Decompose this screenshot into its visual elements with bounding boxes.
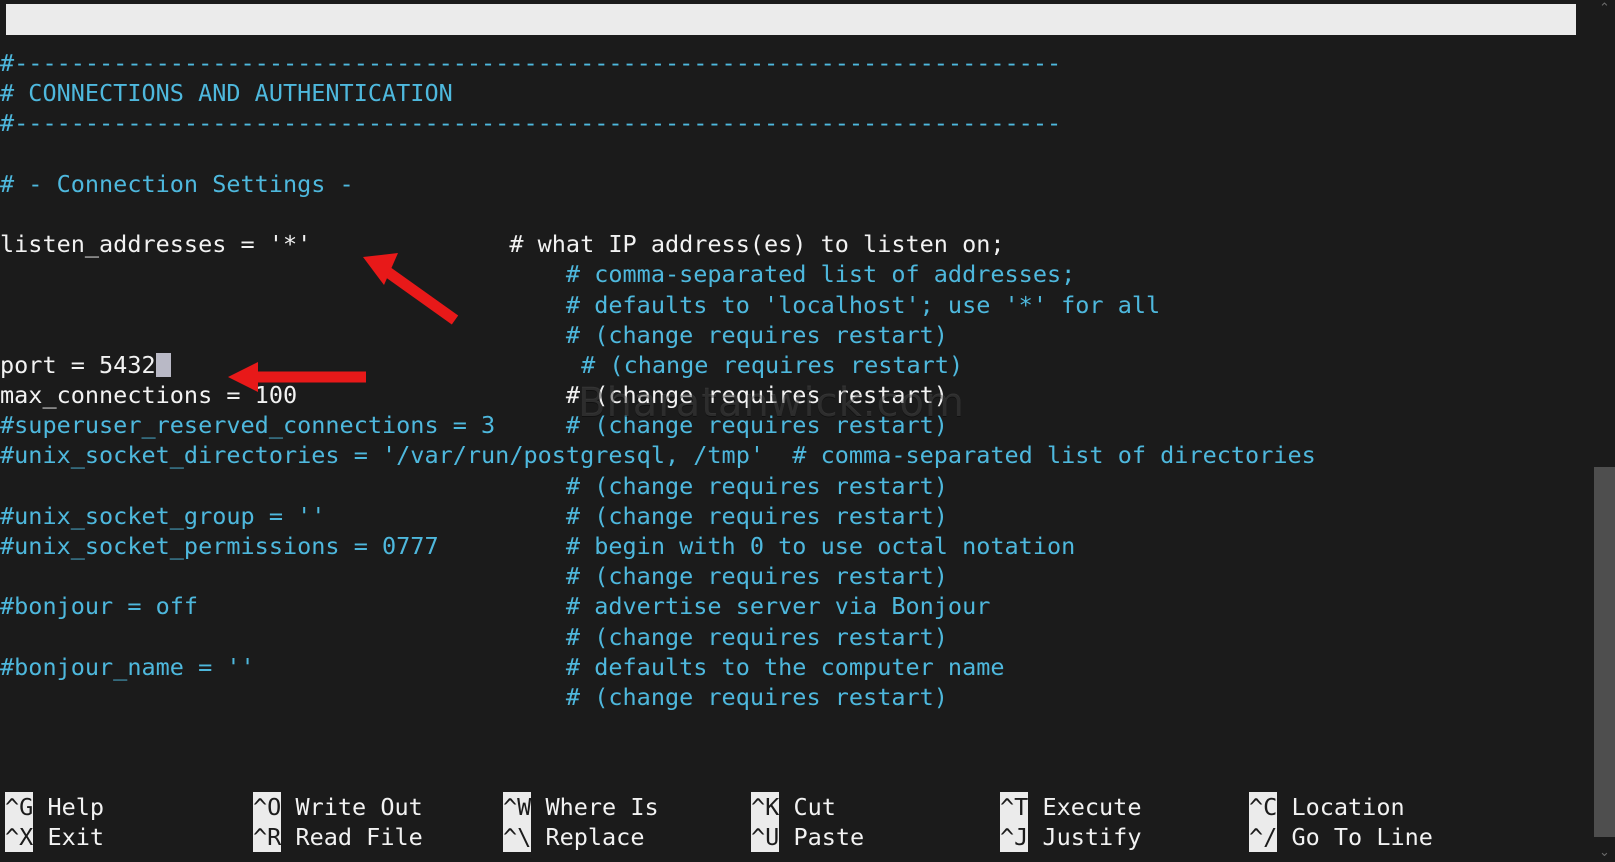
shortcut-item[interactable]: ^K Cut <box>751 792 864 822</box>
editor-line: listen_addresses = '*' # what IP address… <box>0 229 1580 259</box>
editor-line: # (change requires restart) <box>0 622 1580 652</box>
editor-line: # (change requires restart) <box>0 471 1580 501</box>
editor-line-text: #---------------------------------------… <box>0 49 1062 77</box>
editor-line-text <box>0 200 14 228</box>
editor-line-trailing-comment: # (change requires restart) <box>170 350 964 379</box>
shortcut-column: ^C Location ^/ Go To Line <box>1249 792 1433 852</box>
shortcut-key: ^J <box>1000 822 1029 852</box>
terminal-window: GNU nano 5.8 /var/lib/pgsql/data/postgre… <box>0 0 1615 862</box>
editor-line-text: # - Connection Settings - <box>0 169 354 198</box>
editor-line-text: #superuser_reserved_connections = 3 # (c… <box>0 411 948 440</box>
editor-line: # comma-separated list of addresses; <box>0 259 1580 289</box>
editor-line: # CONNECTIONS AND AUTHENTICATION <box>0 78 1580 108</box>
editor-line: #bonjour_name = '' # defaults to the com… <box>0 652 1580 682</box>
scrollbar-thumb[interactable] <box>1594 467 1615 837</box>
shortcut-key: ^O <box>253 792 282 822</box>
shortcut-key: ^X <box>5 822 34 852</box>
shortcut-column: ^O Write Out ^R Read File <box>253 792 423 852</box>
editor-line-text: # comma-separated list of addresses; <box>0 260 1076 289</box>
shortcut-key: ^\ <box>503 822 532 852</box>
vertical-scrollbar[interactable]: ⌃ ⌄ <box>1594 0 1615 862</box>
editor-line-text: listen_addresses = '*' # what IP address… <box>0 230 1005 259</box>
shortcut-key: ^/ <box>1249 822 1278 852</box>
editor-line-text: # (change requires restart) <box>0 682 948 711</box>
editor-line-text: # CONNECTIONS AND AUTHENTICATION <box>0 79 453 108</box>
editor-line: max_connections = 100 # (change requires… <box>0 380 1580 410</box>
shortcut-label: Replace <box>531 823 645 851</box>
editor-line-text: #bonjour_name = '' # defaults to the com… <box>0 652 1005 681</box>
shortcut-column: ^W Where Is ^\ Replace <box>503 792 659 852</box>
shortcut-label: Help <box>33 793 105 821</box>
shortcut-label: Execute <box>1028 793 1142 821</box>
editor-line <box>0 139 1580 169</box>
shortcut-key: ^G <box>5 792 34 822</box>
editor-line: # (change requires restart) <box>0 682 1580 712</box>
editor-line: #unix_socket_group = '' # (change requir… <box>0 501 1580 531</box>
shortcut-key: ^T <box>1000 792 1029 822</box>
shortcut-key: ^R <box>253 822 282 852</box>
editor-line: # defaults to 'localhost'; use '*' for a… <box>0 290 1580 320</box>
editor-line <box>0 199 1580 229</box>
shortcut-column: ^T Execute ^J Justify <box>1000 792 1141 852</box>
editor-line-text: #---------------------------------------… <box>0 109 1062 138</box>
shortcut-item[interactable]: ^R Read File <box>253 822 423 852</box>
editor-line-text: # (change requires restart) <box>0 320 948 349</box>
shortcut-item[interactable]: ^G Help <box>5 792 104 822</box>
editor-line: # - Connection Settings - <box>0 169 1580 199</box>
shortcut-label: Justify <box>1028 823 1142 851</box>
editor-line-text: #bonjour = off # advertise server via Bo… <box>0 592 991 621</box>
shortcut-item[interactable]: ^\ Replace <box>503 822 659 852</box>
editor-line: #unix_socket_permissions = 0777 # begin … <box>0 531 1580 561</box>
editor-line-text: max_connections = 100 # (change requires… <box>0 381 948 410</box>
shortcut-item[interactable]: ^/ Go To Line <box>1249 822 1433 852</box>
editor-line-text <box>0 140 14 168</box>
editor-line: # (change requires restart) <box>0 320 1580 350</box>
editor-line: #unix_socket_directories = '/var/run/pos… <box>0 440 1580 470</box>
editor-line: port = 5432 # (change requires restart) <box>0 350 1580 380</box>
shortcut-key: ^C <box>1249 792 1278 822</box>
shortcut-item[interactable]: ^X Exit <box>5 822 104 852</box>
scroll-up-arrow-icon[interactable]: ⌃ <box>1594 0 1615 18</box>
shortcut-item[interactable]: ^C Location <box>1249 792 1433 822</box>
shortcut-key: ^K <box>751 792 780 822</box>
shortcut-key: ^W <box>503 792 532 822</box>
editor-line-text: #unix_socket_permissions = 0777 # begin … <box>0 532 1076 560</box>
editor-line-text: # (change requires restart) <box>0 562 948 591</box>
shortcut-label: Paste <box>779 823 865 851</box>
shortcut-column: ^K Cut ^U Paste <box>751 792 864 852</box>
editor-line-text: # (change requires restart) <box>0 622 948 651</box>
editor-text-area[interactable]: #---------------------------------------… <box>0 48 1580 738</box>
shortcut-label: Read File <box>281 823 423 851</box>
text-cursor <box>155 352 171 377</box>
shortcut-item[interactable]: ^W Where Is <box>503 792 659 822</box>
editor-line: #---------------------------------------… <box>0 48 1580 78</box>
shortcut-label: Exit <box>33 823 105 851</box>
shortcut-column: ^G Help ^X Exit <box>5 792 104 852</box>
shortcut-key: ^U <box>751 822 780 852</box>
shortcut-label: Go To Line <box>1277 823 1433 851</box>
shortcut-item[interactable]: ^U Paste <box>751 822 864 852</box>
editor-line: #bonjour = off # advertise server via Bo… <box>0 591 1580 621</box>
shortcut-label: Where Is <box>531 793 659 821</box>
editor-line-text: port = 5432 <box>0 350 156 379</box>
shortcut-label: Cut <box>779 793 836 821</box>
editor-line-text: # defaults to 'localhost'; use '*' for a… <box>0 290 1161 319</box>
nano-title-bar: GNU nano 5.8 /var/lib/pgsql/data/postgre… <box>6 4 1576 35</box>
editor-line-text: #unix_socket_group = '' # (change requir… <box>0 501 948 530</box>
shortcut-label: Write Out <box>281 793 423 821</box>
editor-line-text: #unix_socket_directories = '/var/run/pos… <box>0 441 1316 470</box>
shortcut-item[interactable]: ^T Execute <box>1000 792 1141 822</box>
shortcut-label: Location <box>1277 793 1405 821</box>
shortcut-item[interactable]: ^O Write Out <box>253 792 423 822</box>
editor-line-text: # (change requires restart) <box>0 471 948 500</box>
editor-line: #---------------------------------------… <box>0 108 1580 138</box>
editor-line: # (change requires restart) <box>0 561 1580 591</box>
shortcut-item[interactable]: ^J Justify <box>1000 822 1141 852</box>
scroll-down-arrow-icon[interactable]: ⌄ <box>1594 844 1615 862</box>
editor-line: #superuser_reserved_connections = 3 # (c… <box>0 410 1580 440</box>
nano-shortcut-bar: ^G Help ^X Exit ^O Write Out ^R Read File ^W… <box>0 792 1615 854</box>
